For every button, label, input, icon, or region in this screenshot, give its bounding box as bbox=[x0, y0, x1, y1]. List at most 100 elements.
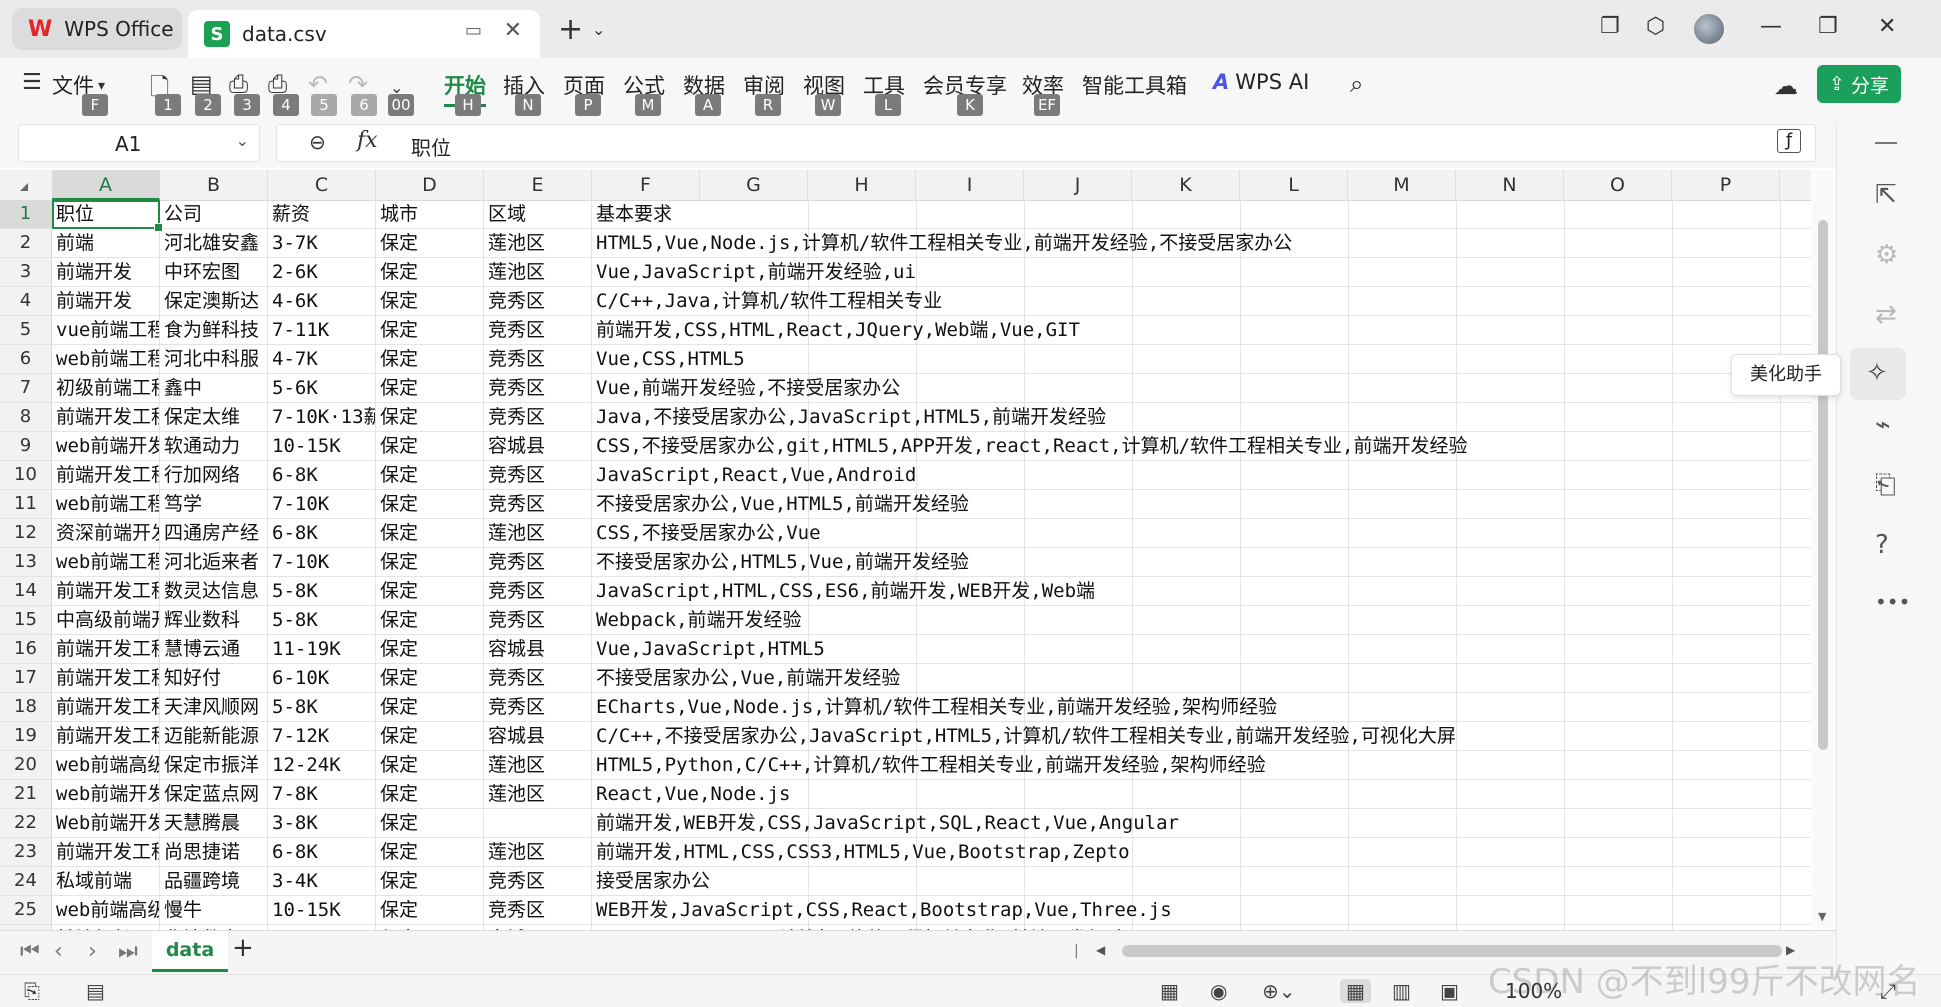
name-box[interactable]: A1 ⌄ bbox=[18, 124, 260, 162]
formula-input[interactable]: ⊖ fx 职位 ƒ bbox=[276, 124, 1816, 162]
grid-cell[interactable]: CSS,不接受居家办公,git,HTML5,APP开发,react,React,… bbox=[592, 432, 1792, 460]
grid-cell[interactable]: 品疆跨境 bbox=[160, 867, 268, 895]
pointer-select-icon[interactable]: ⇱ bbox=[1875, 180, 1897, 210]
grid-cell[interactable]: 笃学 bbox=[160, 490, 268, 518]
grid-cell[interactable]: 薪资 bbox=[268, 200, 376, 228]
column-header[interactable]: J bbox=[1024, 170, 1132, 200]
row-header[interactable]: 6 bbox=[0, 345, 52, 373]
grid-cell[interactable]: 7-11K bbox=[268, 316, 376, 344]
row-header[interactable]: 24 bbox=[0, 867, 52, 895]
grid-cell[interactable]: 保定蓝点网 bbox=[160, 780, 268, 808]
grid-cell[interactable]: 慢牛 bbox=[160, 896, 268, 924]
grid-cell[interactable]: 4-6K bbox=[268, 287, 376, 315]
row-header[interactable]: 15 bbox=[0, 606, 52, 634]
grid-cell[interactable]: 11-19K bbox=[268, 635, 376, 663]
column-header[interactable]: A bbox=[52, 170, 160, 200]
grid-cell[interactable]: 保定 bbox=[376, 577, 484, 605]
grid-cell[interactable]: 竞秀区 bbox=[484, 287, 592, 315]
grid-cell[interactable]: 中环宏图 bbox=[160, 258, 268, 286]
avatar[interactable] bbox=[1694, 14, 1724, 44]
grid-cell[interactable] bbox=[484, 809, 592, 837]
grid-cell[interactable]: 莲池区 bbox=[484, 258, 592, 286]
grid-cell[interactable]: 前端开发工程 bbox=[52, 577, 160, 605]
wps-ai-button[interactable]: A WPS AI bbox=[1213, 70, 1309, 94]
tab-smart-toolbox[interactable]: 智能工具箱 bbox=[1082, 70, 1187, 100]
row-header[interactable]: 21 bbox=[0, 780, 52, 808]
grid-cell[interactable]: 6-8K bbox=[268, 461, 376, 489]
chevron-down-icon[interactable]: ⌄ bbox=[236, 131, 249, 150]
macro-icon[interactable]: ⎘ bbox=[24, 979, 40, 1003]
grid-cell[interactable]: 莲池区 bbox=[484, 838, 592, 866]
grid-cell[interactable]: 5-8K bbox=[268, 577, 376, 605]
spreadsheet-grid[interactable]: A B C D E F G H I J K L M N O P 1 职位 公司 薪资城… bbox=[0, 170, 1811, 930]
grid-cell[interactable]: 公司 bbox=[160, 200, 268, 228]
grid-cell[interactable]: 莲池区 bbox=[484, 751, 592, 779]
tablet-mode-icon[interactable]: ❐ bbox=[1600, 14, 1620, 39]
grid-cell[interactable]: 职位 bbox=[52, 200, 160, 228]
vertical-scroll-thumb[interactable] bbox=[1818, 220, 1828, 750]
grid-cell[interactable]: web前端工程 bbox=[52, 345, 160, 373]
grid-cell[interactable]: 前端开发,WEB开发,CSS,JavaScript,SQL,React,Vue,… bbox=[592, 809, 1792, 837]
grid-cell[interactable]: 保定 bbox=[376, 780, 484, 808]
grid-cell[interactable]: 天津风顺网 bbox=[160, 693, 268, 721]
grid-cell[interactable]: 7-10K bbox=[268, 490, 376, 518]
freeze-icon[interactable]: ⊕⌄ bbox=[1262, 979, 1296, 1003]
grid-cell[interactable]: 保定 bbox=[376, 287, 484, 315]
column-header[interactable]: I bbox=[916, 170, 1024, 200]
split-handle-icon[interactable]: | bbox=[1074, 943, 1079, 959]
grid-cell[interactable]: 保定 bbox=[376, 606, 484, 634]
grid-cell[interactable]: 2-6K bbox=[268, 258, 376, 286]
grid-cell[interactable]: 保定 bbox=[376, 345, 484, 373]
column-header[interactable]: G bbox=[700, 170, 808, 200]
grid-cell[interactable]: 容城县 bbox=[484, 722, 592, 750]
column-header[interactable]: C bbox=[268, 170, 376, 200]
grid-cell[interactable]: 3-4K bbox=[268, 867, 376, 895]
grid-cell[interactable]: React,Vue,Node.js bbox=[592, 780, 1792, 808]
grid-cell[interactable]: 辉业数科 bbox=[160, 606, 268, 634]
grid-cell[interactable]: 保定市振洋 bbox=[160, 751, 268, 779]
grid-cell[interactable]: 3-8K bbox=[268, 809, 376, 837]
column-header[interactable]: D bbox=[376, 170, 484, 200]
grid-cell[interactable]: 竞秀区 bbox=[484, 461, 592, 489]
grid-cell[interactable]: 前端开发工程 bbox=[52, 461, 160, 489]
cube-icon[interactable]: ⬡ bbox=[1646, 14, 1665, 39]
grid-cell[interactable]: HTML5,Python,C/C++,计算机/软件工程相关专业,前端开发经验,架… bbox=[592, 751, 1792, 779]
grid-cell[interactable]: 初级前端工程 bbox=[52, 374, 160, 402]
grid-cell[interactable]: C/C++,不接受居家办公,JavaScript,HTML5,计算机/软件工程相… bbox=[592, 722, 1792, 750]
grid-cell[interactable]: JavaScript,HTML,CSS,ES6,前端开发,WEB开发,Web端 bbox=[592, 577, 1792, 605]
grid-cell[interactable]: 行加网络 bbox=[160, 461, 268, 489]
cloud-upload-icon[interactable]: ☁ bbox=[1774, 72, 1798, 100]
row-header[interactable]: 10 bbox=[0, 461, 52, 489]
row-header[interactable]: 2 bbox=[0, 229, 52, 257]
grid-cell[interactable]: 保定 bbox=[376, 258, 484, 286]
grid-cell[interactable]: 12-24K bbox=[268, 751, 376, 779]
grid-cell[interactable]: 5-8K bbox=[268, 693, 376, 721]
grid-cell[interactable]: 竞秀区 bbox=[484, 867, 592, 895]
grid-cell[interactable]: 竞秀区 bbox=[484, 316, 592, 344]
monitor-icon[interactable]: ▭ bbox=[465, 20, 482, 41]
grid-cell[interactable]: 7-10K·13薪 bbox=[268, 403, 376, 431]
grid-cell[interactable]: Vue,JavaScript,HTML5 bbox=[592, 635, 1792, 663]
help-icon[interactable]: ? bbox=[1875, 530, 1889, 560]
tab-side-analysis[interactable]: ⌁ bbox=[1875, 410, 1891, 440]
grid-cell[interactable]: 7-10K bbox=[268, 548, 376, 576]
grid-cell[interactable]: 6-10K bbox=[268, 664, 376, 692]
grid-cell[interactable]: Vue,CSS,HTML5 bbox=[592, 345, 1792, 373]
column-header[interactable]: O bbox=[1564, 170, 1672, 200]
row-header[interactable]: 1 bbox=[0, 200, 52, 228]
last-sheet-icon[interactable]: ⏭ bbox=[118, 939, 138, 964]
expand-formula-icon[interactable]: ƒ bbox=[1777, 129, 1801, 153]
column-header[interactable]: K bbox=[1132, 170, 1240, 200]
grid-cell[interactable]: 竞秀区 bbox=[484, 345, 592, 373]
previous-sheet-icon[interactable]: ‹ bbox=[54, 939, 63, 964]
sheet-tab-data[interactable]: data bbox=[152, 931, 228, 972]
grid-cell[interactable]: C/C++,Java,计算机/软件工程相关专业 bbox=[592, 287, 1792, 315]
grid-cell[interactable]: web前端工程 bbox=[52, 490, 160, 518]
grid-cell[interactable]: 慧博云通 bbox=[160, 635, 268, 663]
grid-cell[interactable]: Web前端开发 bbox=[52, 809, 160, 837]
column-header[interactable]: N bbox=[1456, 170, 1564, 200]
grid-cell[interactable]: 保定 bbox=[376, 896, 484, 924]
row-header[interactable]: 11 bbox=[0, 490, 52, 518]
grid-cell[interactable]: 食为鲜科技 bbox=[160, 316, 268, 344]
grid-cell[interactable]: HTML5,Vue,Node.js,计算机/软件工程相关专业,前端开发经验,不接… bbox=[592, 229, 1792, 257]
